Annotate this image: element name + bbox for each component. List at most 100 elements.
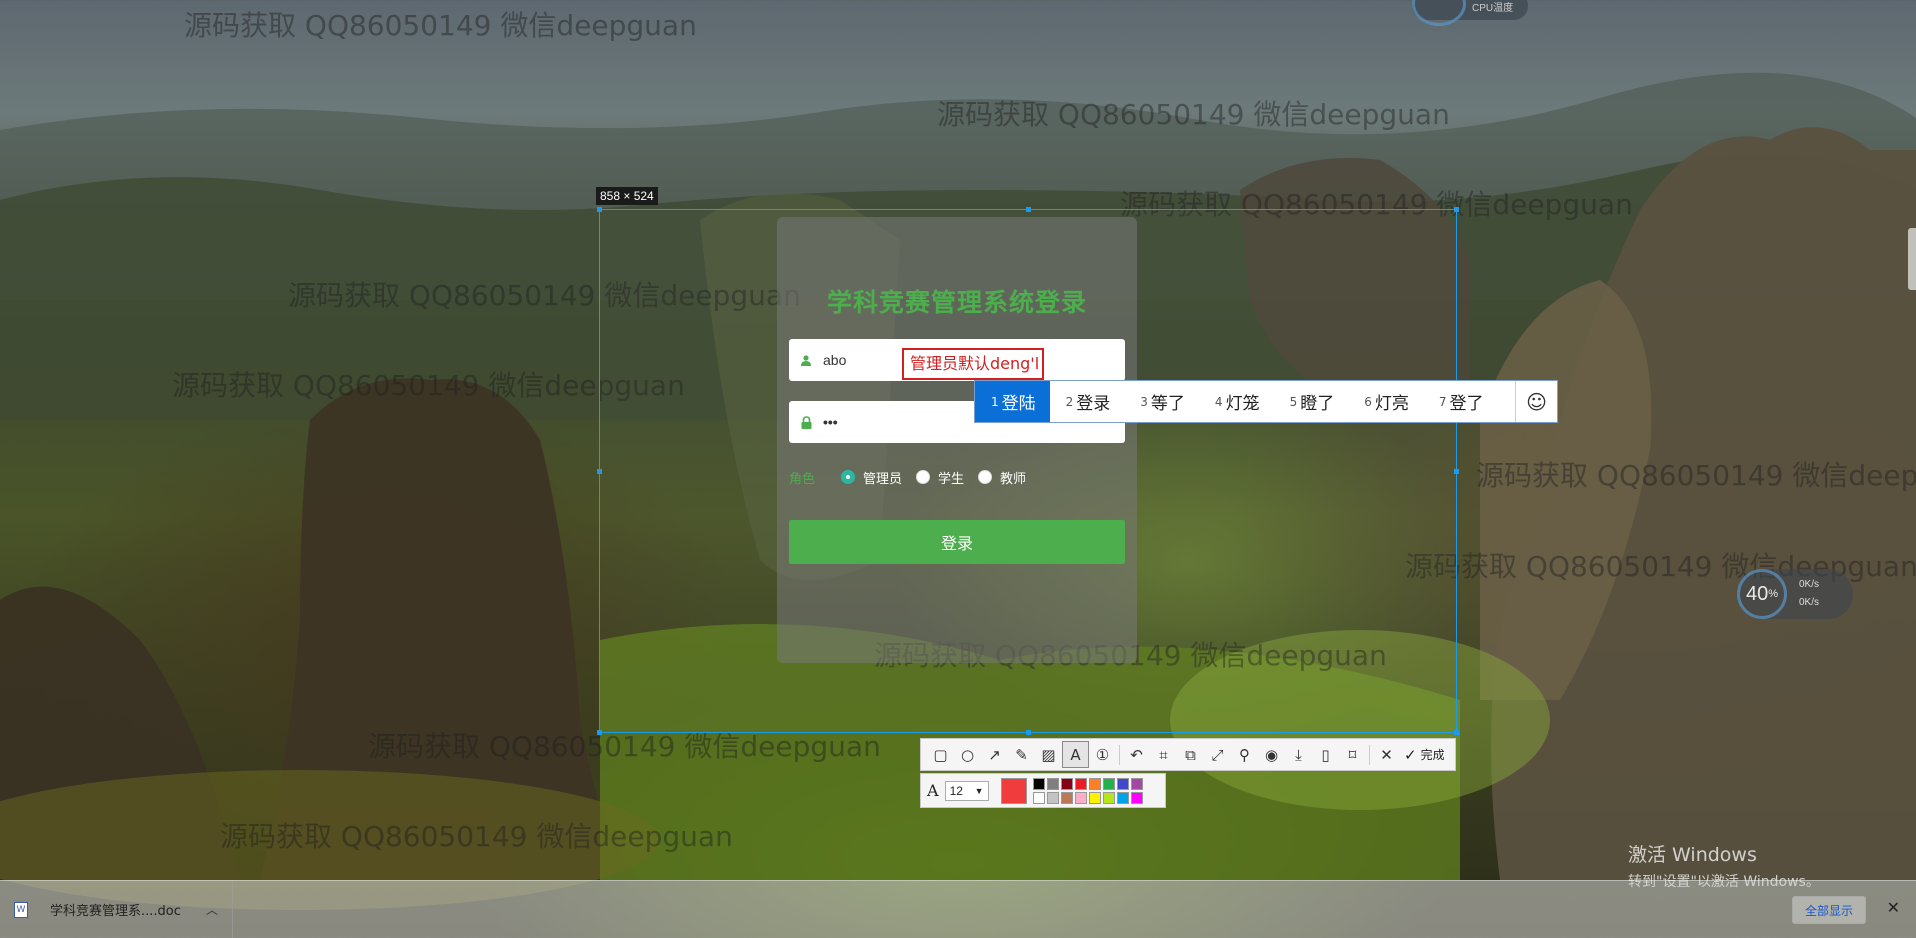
color-swatch[interactable] — [1060, 791, 1073, 804]
activation-title: 激活 Windows — [1628, 844, 1757, 866]
close-icon[interactable]: ✕ — [1887, 898, 1900, 917]
color-swatch[interactable] — [1032, 791, 1045, 804]
watermark-text: 源码获取 QQ86050149 微信deepguan — [184, 9, 697, 42]
side-tab-handle[interactable] — [1908, 228, 1916, 290]
font-size-value: 12 — [949, 783, 963, 798]
document-icon: W — [14, 901, 28, 918]
ime-candidate[interactable]: 6 灯亮 — [1348, 381, 1423, 422]
color-palette — [1032, 777, 1143, 804]
ime-candidate-bar: 1 登陆 2 登录 3 等了 4 灯笼 5 瞪了 6 灯亮 7 登了 ☺ — [974, 380, 1558, 423]
smiley-icon[interactable]: ☺ — [1515, 381, 1557, 422]
radio-dot[interactable] — [978, 470, 993, 484]
current-color-swatch[interactable] — [1000, 777, 1027, 804]
color-swatch[interactable] — [1074, 791, 1087, 804]
selection-size-label: 858 × 524 — [596, 187, 658, 205]
text-annotation-box[interactable]: 管理员默认deng'l — [902, 348, 1044, 380]
radio-dot[interactable] — [841, 470, 856, 484]
usage-percent: 40 — [1745, 582, 1769, 605]
color-swatch[interactable] — [1088, 777, 1101, 790]
network-speed-widget[interactable]: 40% 0K/s 0K/s — [1737, 569, 1853, 619]
check-icon: ✓ — [1404, 745, 1417, 764]
record-icon[interactable]: ◉ — [1258, 741, 1285, 768]
color-swatch[interactable] — [1130, 791, 1143, 804]
watermark-text: 源码获取 QQ86050149 微信deepguan — [937, 98, 1450, 131]
ime-candidate[interactable]: 5 瞪了 — [1274, 381, 1349, 422]
color-swatch[interactable] — [1032, 777, 1045, 790]
ellipse-icon[interactable]: ○ — [954, 741, 981, 768]
screenshot-toolbar: ▢ ○ ↗ ✎ ▨ A ① ↶ ⌗ ⧉ ⤢ ⚲ ◉ ⤓ ▯ ⌑ ✕ ✓ 完成 — [920, 738, 1456, 771]
username-field[interactable]: abo 管理员默认deng'l — [789, 339, 1125, 381]
color-swatch[interactable] — [1046, 777, 1059, 790]
candidate-text: 灯亮 — [1374, 394, 1409, 414]
ime-candidate[interactable]: 7 登了 — [1423, 381, 1498, 422]
candidate-text: 瞪了 — [1300, 394, 1335, 414]
resize-handle-right[interactable] — [1454, 469, 1459, 474]
ime-candidate[interactable]: 4 灯笼 — [1199, 381, 1274, 422]
role-option-label: 管理员 — [863, 471, 903, 487]
candidate-text: 灯笼 — [1225, 394, 1260, 414]
resize-handle-top[interactable] — [1026, 207, 1031, 212]
watermark-text: 源码获取 QQ86050149 微信deepguan — [220, 820, 733, 853]
user-icon — [799, 353, 813, 367]
color-swatch[interactable] — [1102, 777, 1115, 790]
copy-image-icon[interactable]: ⧉ — [1177, 741, 1204, 768]
radio-dot[interactable] — [916, 470, 931, 484]
resize-handle-bottom-right[interactable] — [1454, 730, 1459, 735]
candidate-number: 3 — [1140, 394, 1148, 409]
ime-candidate[interactable]: 3 等了 — [1124, 381, 1199, 422]
toolbar-divider — [1119, 744, 1120, 765]
login-button[interactable]: 登录 — [789, 520, 1125, 564]
color-swatch[interactable] — [1116, 791, 1129, 804]
ocr-icon[interactable]: ⌗ — [1150, 741, 1177, 768]
candidate-number: 6 — [1364, 394, 1372, 409]
cpu-temperature-widget[interactable]: CPU温度 — [1412, 0, 1528, 26]
ime-candidate[interactable]: 2 登录 — [1050, 381, 1125, 422]
pin-icon[interactable]: ⚲ — [1231, 741, 1258, 768]
candidate-text: 等了 — [1150, 394, 1185, 414]
mosaic-icon[interactable]: ▨ — [1035, 741, 1062, 768]
color-swatch[interactable] — [1046, 791, 1059, 804]
number-icon[interactable]: ① — [1089, 741, 1116, 768]
download-item[interactable]: W 学科竞赛管理系....doc ︿ — [0, 881, 233, 938]
ime-candidate[interactable]: 1 登陆 — [975, 381, 1050, 422]
show-all-button[interactable]: 全部显示 — [1791, 896, 1866, 924]
scroll-capture-icon[interactable]: ⤢ — [1204, 741, 1231, 768]
download-icon[interactable]: ⤓ — [1285, 741, 1312, 768]
resize-handle-top-right[interactable] — [1454, 207, 1459, 212]
resize-handle-left[interactable] — [597, 469, 602, 474]
phone-icon[interactable]: ▯ — [1312, 741, 1339, 768]
role-option-label: 学生 — [938, 471, 965, 487]
resize-handle-bottom[interactable] — [1026, 730, 1031, 735]
color-swatch[interactable] — [1060, 777, 1073, 790]
usage-gauge: 40% — [1737, 569, 1787, 619]
resize-handle-top-left[interactable] — [597, 207, 602, 212]
candidate-number: 4 — [1214, 394, 1223, 409]
chevron-up-icon[interactable]: ︿ — [206, 901, 218, 918]
done-button[interactable]: ✓ 完成 — [1404, 746, 1445, 764]
close-icon[interactable]: ✕ — [1373, 741, 1400, 768]
candidate-number: 2 — [1065, 394, 1074, 409]
color-swatch[interactable] — [1074, 777, 1087, 790]
role-radio-student[interactable]: 学生 — [916, 468, 964, 487]
pen-icon[interactable]: ✎ — [1008, 741, 1035, 768]
watermark-text: 源码获取 QQ86050149 微信deepguan — [1476, 459, 1916, 492]
role-label: 角色 — [789, 471, 816, 487]
role-selector: 角色 管理员 学生 教师 — [789, 467, 1040, 487]
color-swatch[interactable] — [1130, 777, 1143, 790]
text-icon[interactable]: A — [1062, 741, 1089, 768]
arrow-icon[interactable]: ↗ — [981, 741, 1008, 768]
color-swatch[interactable] — [1088, 791, 1101, 804]
color-swatch[interactable] — [1116, 777, 1129, 790]
resize-handle-bottom-left[interactable] — [597, 730, 602, 735]
role-radio-teacher[interactable]: 教师 — [978, 468, 1026, 487]
text-options-toolbar: A 12 ▼ — [920, 773, 1166, 808]
rectangle-icon[interactable]: ▢ — [927, 741, 954, 768]
candidate-number: 1 — [991, 394, 999, 409]
download-filename: 学科竞赛管理系....doc — [50, 904, 181, 919]
undo-icon[interactable]: ↶ — [1123, 741, 1150, 768]
role-radio-admin[interactable]: 管理员 — [841, 468, 902, 487]
font-size-select[interactable]: 12 ▼ — [944, 780, 989, 801]
bookmark-icon[interactable]: ⌑ — [1339, 741, 1366, 768]
color-swatch[interactable] — [1102, 791, 1115, 804]
candidate-text: 登录 — [1076, 394, 1111, 414]
